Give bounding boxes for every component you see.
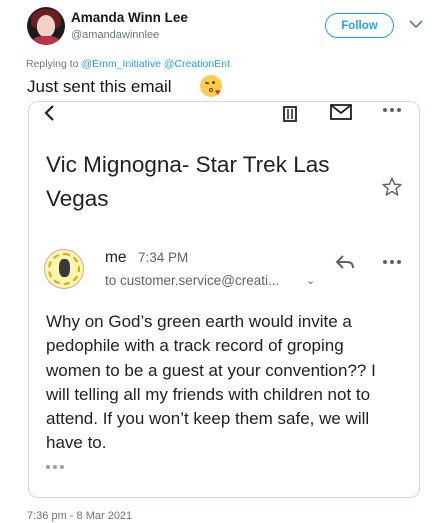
emoji-eye bbox=[212, 81, 215, 84]
avatar-shirt bbox=[33, 36, 59, 45]
dot bbox=[53, 465, 57, 469]
sender-name: me bbox=[105, 249, 127, 266]
sent-time: 7:34 PM bbox=[138, 250, 189, 265]
recipient[interactable]: to customer.service@creati... bbox=[105, 273, 279, 288]
chevron-down-icon[interactable]: ⌄ bbox=[306, 274, 315, 287]
back-arrow-icon[interactable] bbox=[43, 104, 61, 122]
emoji-mouth bbox=[209, 88, 213, 92]
kissing-face-emoji-icon: ♥ bbox=[200, 75, 222, 97]
chevron-down-icon[interactable] bbox=[407, 15, 425, 33]
emoji-eye-wink bbox=[204, 81, 210, 85]
tweet-text: Just sent this email bbox=[27, 77, 172, 96]
display-name[interactable]: Amanda Winn Lee bbox=[71, 10, 188, 25]
trash-icon[interactable] bbox=[281, 104, 301, 122]
follow-button[interactable]: Follow bbox=[325, 13, 394, 38]
email-body: Why on God’s green earth would invite a … bbox=[46, 312, 376, 453]
avatar-figure bbox=[59, 259, 70, 277]
dot bbox=[383, 260, 387, 264]
user-avatar[interactable] bbox=[27, 7, 65, 45]
dot bbox=[60, 465, 64, 469]
dot bbox=[390, 108, 394, 112]
avatar-face bbox=[37, 15, 55, 37]
tweet-timestamp[interactable]: 7:36 pm - 8 Mar 2021 bbox=[27, 510, 132, 522]
dot bbox=[383, 108, 387, 112]
reply-mentions[interactable]: @Emm_Initiative @CreationEnt bbox=[81, 58, 230, 70]
reply-icon[interactable] bbox=[334, 253, 356, 271]
emoji-heart: ♥ bbox=[215, 87, 221, 97]
more-icon[interactable] bbox=[383, 260, 401, 266]
sender-avatar[interactable] bbox=[44, 249, 84, 289]
dot bbox=[397, 260, 401, 264]
star-icon[interactable] bbox=[381, 176, 403, 198]
email-subject: Vic Mignogna- Star Trek Las Vegas bbox=[46, 152, 330, 211]
dot bbox=[397, 108, 401, 112]
dot bbox=[390, 260, 394, 264]
dot bbox=[46, 465, 50, 469]
more-icon[interactable] bbox=[46, 465, 64, 471]
user-handle[interactable]: @amandawinnlee bbox=[71, 29, 159, 41]
more-icon[interactable] bbox=[383, 108, 401, 114]
replying-prefix: Replying to bbox=[26, 58, 82, 70]
mail-icon[interactable] bbox=[330, 104, 352, 122]
replying-to: Replying to @Emm_Initiative @CreationEnt bbox=[26, 58, 230, 70]
